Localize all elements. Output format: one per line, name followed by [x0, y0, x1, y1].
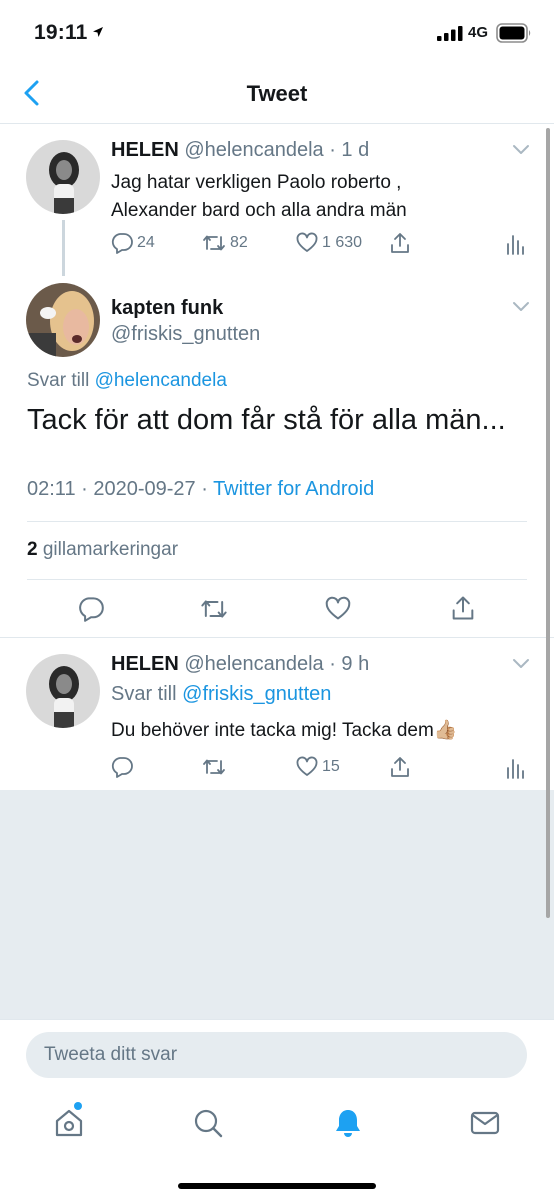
- tweet-text-line: Alexander bard och alla andra män: [111, 200, 407, 221]
- likes-summary[interactable]: 2 gillamarkeringar: [27, 539, 178, 561]
- reply-compose-input[interactable]: [26, 1032, 527, 1078]
- notification-dot: [74, 1102, 82, 1110]
- signal-icon: [437, 26, 463, 41]
- analytics-button[interactable]: [506, 757, 524, 779]
- chevron-down-icon[interactable]: [512, 301, 530, 313]
- reply-button[interactable]: [78, 596, 104, 622]
- reply-count: 24: [137, 234, 155, 251]
- author-name[interactable]: HELEN: [111, 653, 179, 675]
- share-icon: [452, 596, 474, 620]
- analytics-icon: [507, 235, 524, 255]
- reply-icon: [79, 597, 104, 622]
- tweet-author: HELEN @helencandela · 1 d: [111, 139, 369, 162]
- chevron-down-icon[interactable]: [512, 658, 530, 670]
- retweet-icon: [203, 235, 225, 251]
- reply-context: Svar till @helencandela: [27, 370, 227, 392]
- share-button[interactable]: [388, 231, 412, 255]
- tweet-age: · 1 d: [329, 139, 370, 161]
- divider: [27, 579, 527, 580]
- retweet-count: 82: [230, 234, 248, 251]
- likes-total: 2: [27, 539, 38, 560]
- share-button[interactable]: [449, 594, 477, 622]
- tweet-separator: [0, 637, 554, 638]
- bell-icon[interactable]: [331, 1106, 365, 1140]
- home-indicator[interactable]: [178, 1183, 376, 1189]
- avatar[interactable]: [26, 283, 100, 357]
- tweet-author: HELEN @helencandela · 9 h: [111, 653, 369, 676]
- tweet-age: · 9 h: [329, 653, 370, 675]
- likes-label: gillamarkeringar: [42, 539, 179, 560]
- empty-timeline-area: [0, 790, 554, 1019]
- like-count: 15: [322, 758, 340, 775]
- like-button[interactable]: 15: [296, 756, 340, 778]
- heart-icon: [296, 232, 318, 252]
- share-icon: [391, 757, 409, 777]
- reply-prefix: Svar till: [27, 370, 90, 391]
- mail-icon[interactable]: [468, 1106, 502, 1140]
- page-title: Tweet: [246, 81, 308, 106]
- heart-icon: [325, 596, 351, 620]
- author-handle[interactable]: @helencandela: [184, 139, 323, 161]
- like-count: 1 630: [322, 234, 363, 251]
- location-arrow-icon: [93, 27, 103, 37]
- top-nav-bar: Tweet: [0, 64, 554, 124]
- analytics-icon: [507, 759, 524, 779]
- avatar[interactable]: [26, 140, 100, 214]
- retweet-button[interactable]: 82: [202, 232, 248, 254]
- reply-context: Svar till @friskis_gnutten: [111, 683, 331, 706]
- reply-prefix: Svar till: [111, 683, 177, 705]
- share-icon: [391, 233, 409, 253]
- tweet-timestamp: 02:11 · 2020-09-27 ·: [27, 478, 208, 500]
- tweet-text: Jag hatar verkligen Paolo roberto , Alex…: [111, 169, 511, 225]
- share-button[interactable]: [388, 755, 412, 779]
- tweet-text-body: Du behöver inte tacka mig! Tacka dem: [111, 720, 434, 741]
- tweet-meta: 02:11 · 2020-09-27 · Twitter for Android: [27, 478, 374, 501]
- divider: [27, 521, 527, 522]
- author-handle[interactable]: @friskis_gnutten: [111, 323, 260, 346]
- heart-icon: [296, 756, 318, 776]
- chevron-down-icon[interactable]: [512, 144, 530, 156]
- tweet-text: Du behöver inte tacka mig! Tacka dem👍🏼: [111, 718, 458, 742]
- analytics-button[interactable]: [506, 233, 524, 255]
- author-name[interactable]: HELEN: [111, 139, 179, 161]
- retweet-button[interactable]: [200, 596, 228, 622]
- tweet-text: Tack för att dom får stå för alla män...: [27, 404, 506, 436]
- status-bar: 19:11 4G: [0, 0, 554, 64]
- reply-icon: [111, 757, 133, 778]
- search-icon[interactable]: [191, 1106, 225, 1140]
- bottom-bar: [0, 1019, 554, 1200]
- like-button[interactable]: [325, 596, 351, 622]
- retweet-icon: [201, 600, 227, 618]
- reply-button[interactable]: 24: [111, 232, 155, 254]
- home-icon[interactable]: [52, 1106, 86, 1140]
- reply-button[interactable]: [111, 756, 133, 778]
- tweet-source-link[interactable]: Twitter for Android: [213, 478, 374, 500]
- avatar[interactable]: [26, 654, 100, 728]
- battery-icon: [496, 23, 531, 43]
- reply-to-link[interactable]: @friskis_gnutten: [182, 683, 331, 705]
- thumbs-up-emoji: 👍🏼: [433, 720, 458, 741]
- author-handle[interactable]: @helencandela: [184, 653, 323, 675]
- scrollbar[interactable]: [546, 128, 550, 918]
- status-time: 19:11: [34, 21, 88, 44]
- retweet-icon: [203, 759, 225, 775]
- tweet-text-line: Jag hatar verkligen Paolo roberto ,: [111, 172, 402, 193]
- author-name[interactable]: kapten funk: [111, 297, 223, 320]
- like-button[interactable]: 1 630: [296, 232, 362, 254]
- reply-to-link[interactable]: @helencandela: [95, 370, 227, 391]
- thread-line: [62, 220, 65, 276]
- retweet-button[interactable]: [202, 756, 226, 778]
- reply-icon: [111, 233, 133, 254]
- network-type: 4G: [468, 24, 489, 41]
